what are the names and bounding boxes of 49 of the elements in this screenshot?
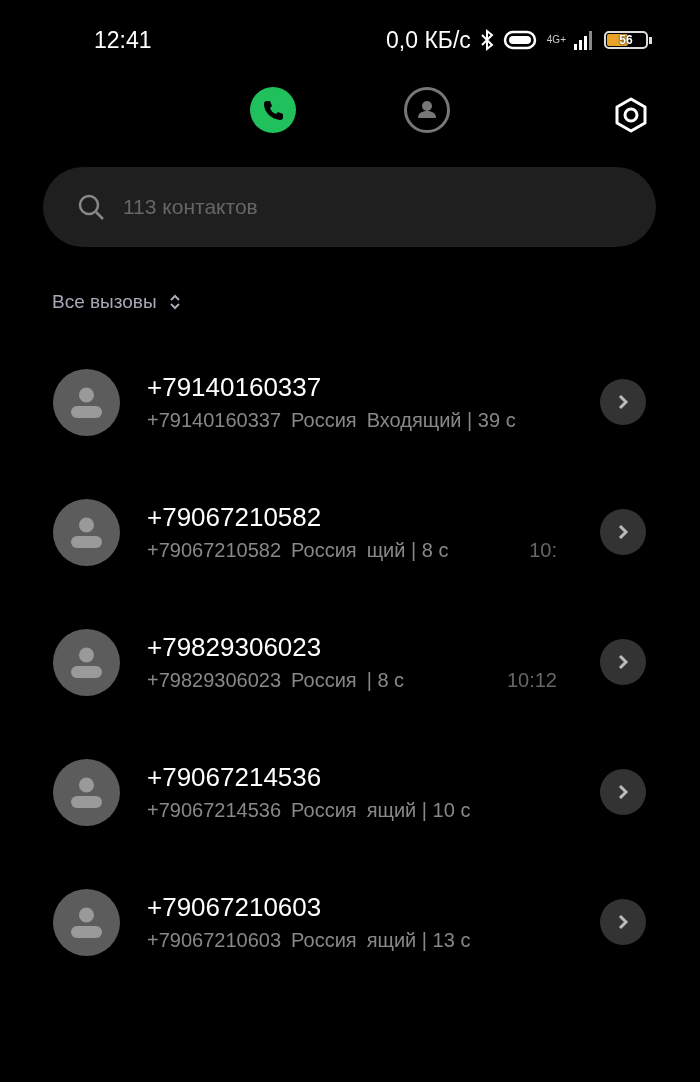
chevron-right-icon	[617, 913, 629, 931]
call-details: | 8 с	[366, 669, 405, 692]
avatar-icon	[53, 628, 120, 696]
clock: 12:41	[94, 26, 153, 54]
caller-region: Россия	[291, 409, 357, 432]
caller-number: +79829306023	[147, 669, 282, 692]
network-type: 4G+	[546, 35, 566, 45]
phone-icon	[261, 98, 285, 122]
caller-name: +79067214536	[147, 762, 323, 793]
chevron-right-icon	[617, 523, 629, 541]
caller-number: +79067214536	[147, 799, 282, 822]
avatar-icon	[53, 758, 120, 826]
call-details: щий | 8 с	[366, 539, 449, 562]
bluetooth-icon	[478, 28, 495, 52]
chevron-right-icon	[617, 783, 629, 801]
caller-number: +79140160337	[147, 409, 282, 432]
contacts-tab[interactable]	[404, 87, 450, 133]
avatar-icon	[53, 498, 120, 566]
sort-icon	[168, 294, 181, 310]
caller-region: Россия	[291, 669, 357, 692]
chevron-right-icon	[617, 393, 629, 411]
call-details: ящий | 13 с	[366, 929, 471, 952]
call-details: Входящий | 39 с	[366, 409, 516, 432]
calls-tab[interactable]	[250, 87, 296, 133]
caller-region: Россия	[291, 929, 357, 952]
search-icon	[77, 193, 105, 221]
network-speed: 0,0 КБ/с	[386, 26, 471, 54]
caller-name: +79140160337	[147, 372, 323, 403]
call-time: 10:12	[506, 669, 557, 692]
search-field[interactable]: 113 контактов	[43, 167, 656, 247]
call-time: 10:	[529, 539, 557, 562]
caller-region: Россия	[291, 539, 357, 562]
caller-name: +79067210603	[147, 892, 323, 923]
avatar-icon	[53, 368, 120, 436]
details-button[interactable]	[600, 769, 646, 815]
avatar-icon	[53, 888, 120, 956]
caller-number: +79067210603	[147, 929, 282, 952]
caller-region: Россия	[291, 799, 357, 822]
details-button[interactable]	[600, 639, 646, 685]
caller-name: +79829306023	[147, 632, 323, 663]
chevron-right-icon	[617, 653, 629, 671]
call-filter-dropdown[interactable]: Все вызовы	[52, 291, 181, 313]
caller-name: +79067210582	[147, 502, 323, 533]
caller-number: +79067210582	[147, 539, 282, 562]
link-icon	[502, 29, 539, 51]
details-button[interactable]	[600, 899, 646, 945]
details-button[interactable]	[600, 509, 646, 555]
details-button[interactable]	[600, 379, 646, 425]
call-details: ящий | 10 с	[366, 799, 471, 822]
